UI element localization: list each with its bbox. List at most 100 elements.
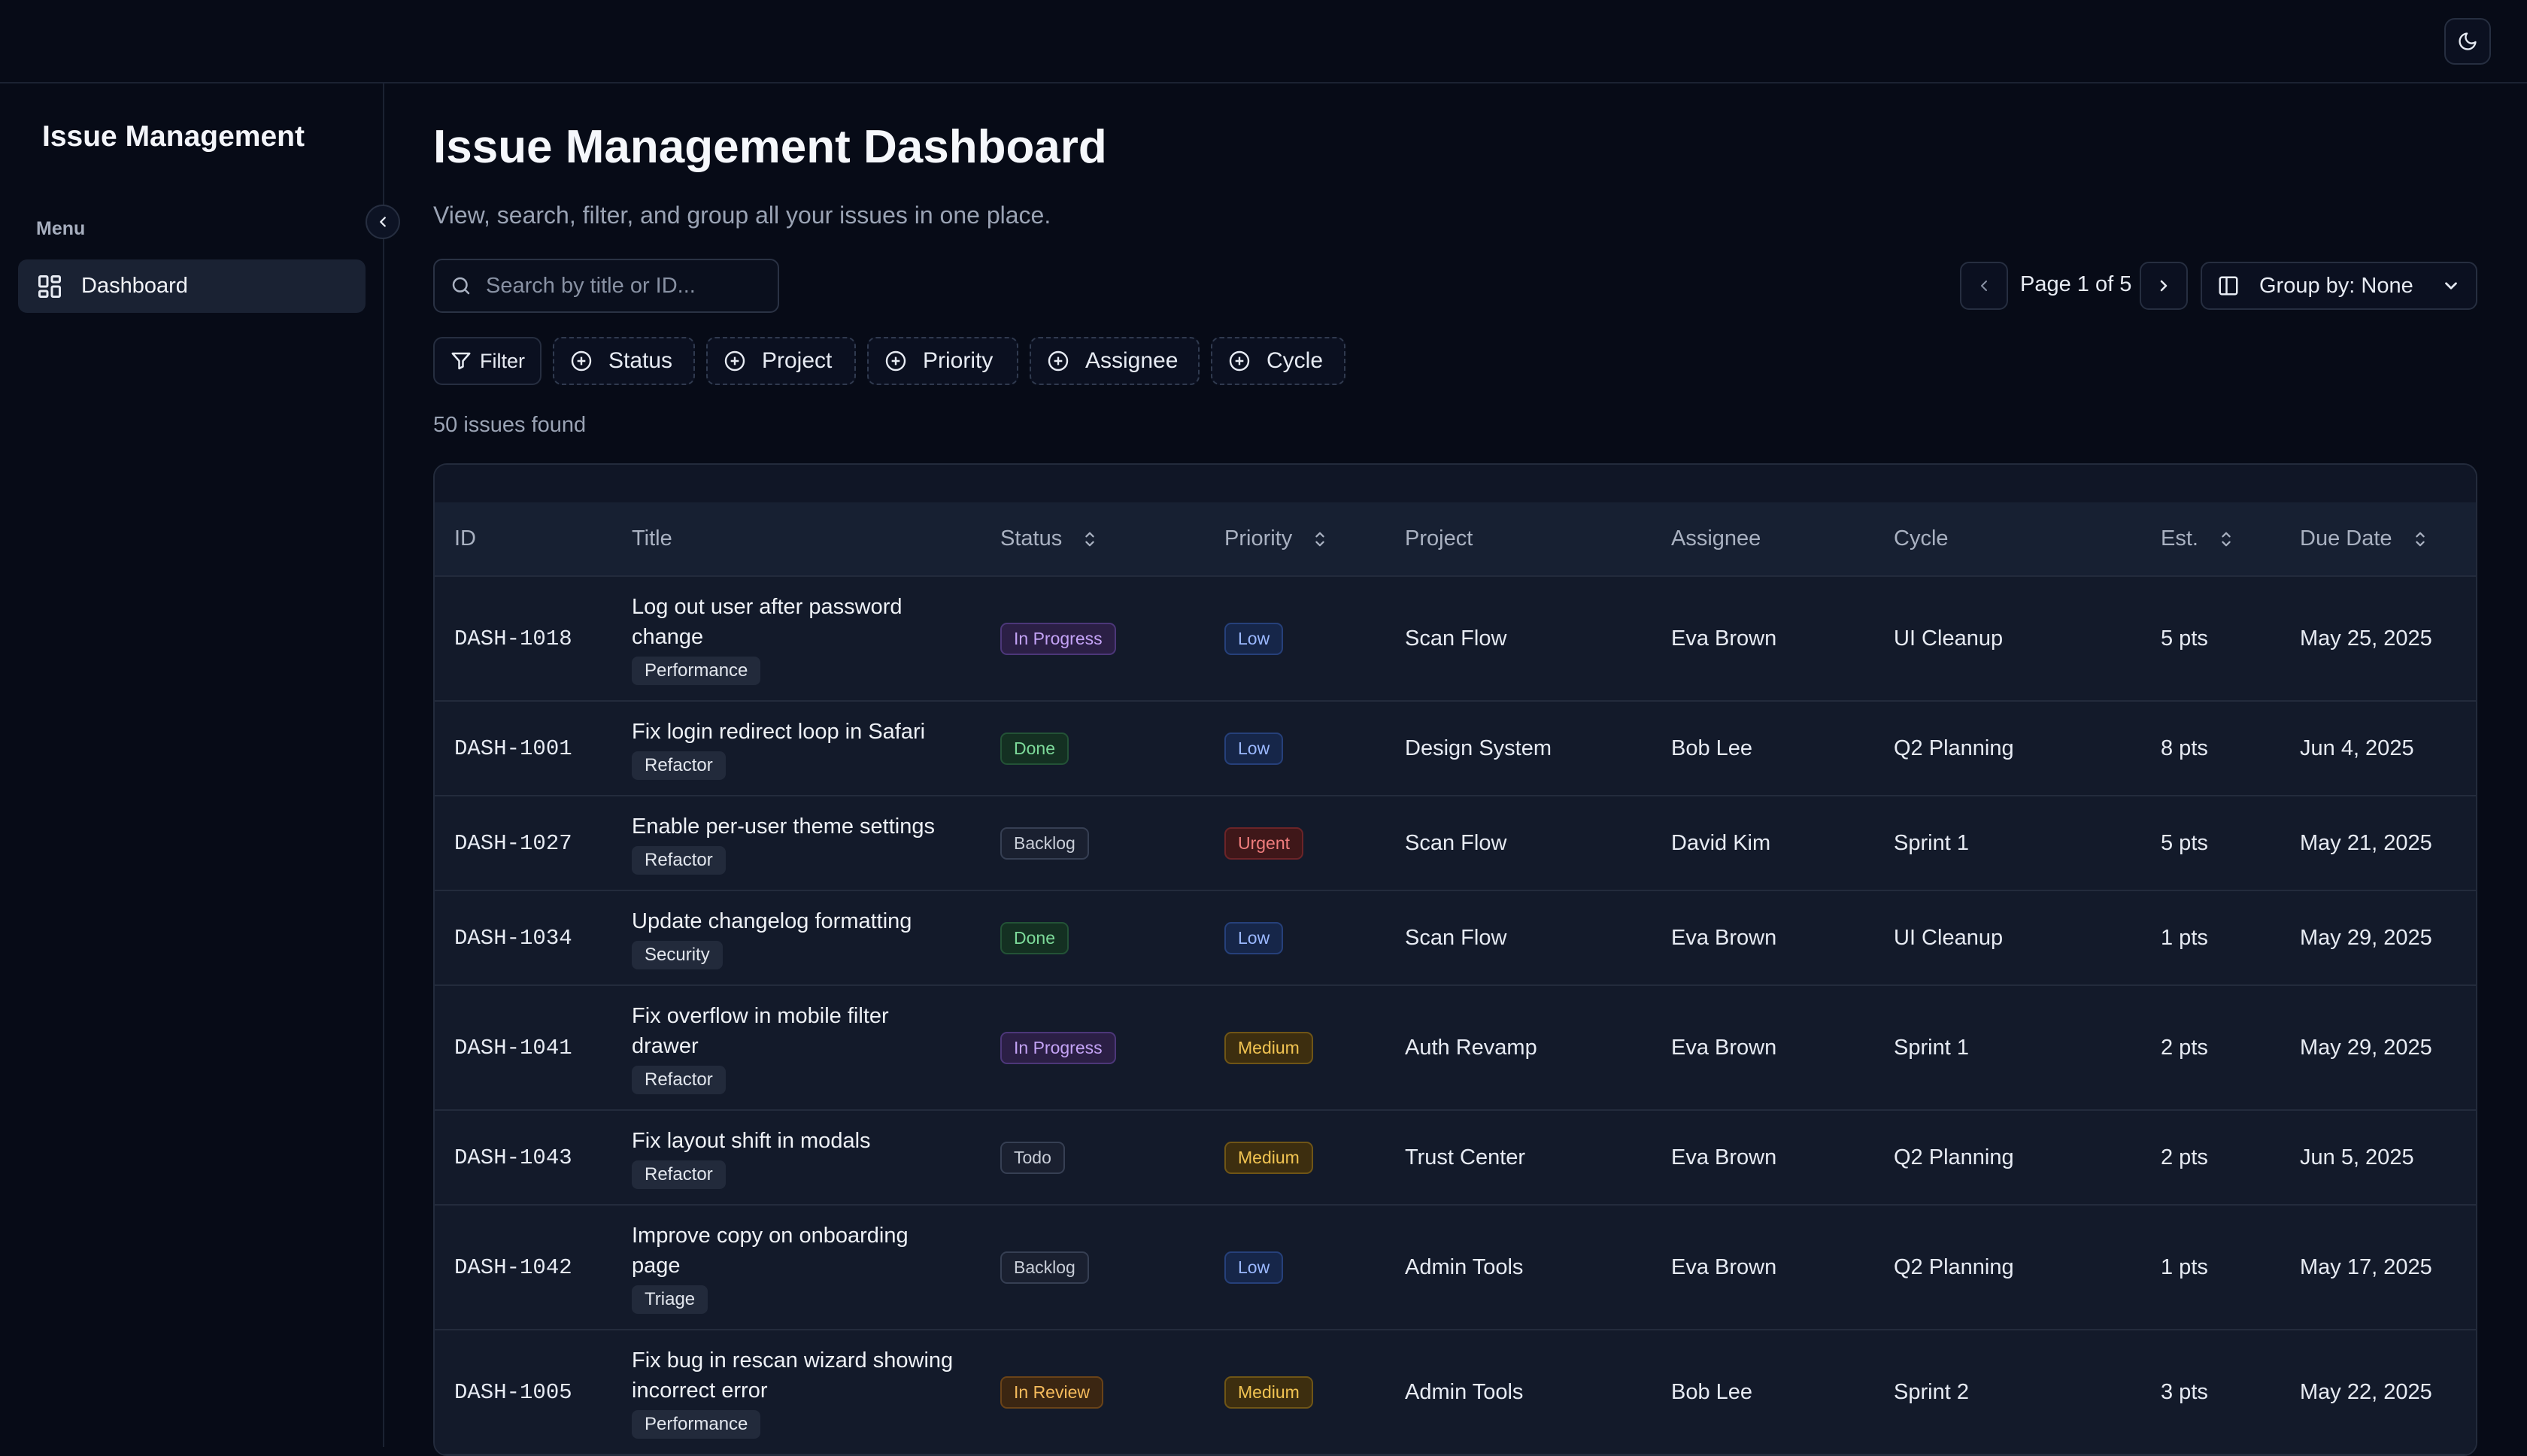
project-cell: Scan Flow <box>1385 890 1652 986</box>
priority-cell: Low <box>1205 701 1385 796</box>
plus-circle-icon <box>1048 350 1069 372</box>
page-title: Issue Management Dashboard <box>433 121 1107 173</box>
app-title: Issue Management <box>42 120 305 153</box>
table-row[interactable]: DASH-1042 Improve copy on onboarding page T… <box>435 1205 2476 1330</box>
chevron-right-icon <box>2160 280 2168 292</box>
cycle-cell: Q2 Planning <box>1874 1110 2141 1206</box>
column-header-title[interactable]: Title <box>612 502 981 577</box>
issue-title-cell: Fix login redirect loop in Safari Refacto… <box>612 701 981 796</box>
funnel-icon <box>451 352 471 370</box>
column-header-label: ID <box>454 526 476 551</box>
priority-cell: Medium <box>1205 1330 1385 1454</box>
assignee-cell: Eva Brown <box>1652 985 1874 1111</box>
next-page-button[interactable] <box>2140 262 2188 310</box>
issue-tag: Performance <box>632 1410 761 1439</box>
sidebar-collapse-button[interactable] <box>366 205 400 239</box>
status-cell: Done <box>981 890 1205 986</box>
filter-button[interactable]: Filter <box>433 337 542 385</box>
column-header-label: Due Date <box>2300 526 2392 551</box>
estimate-cell: 1 pts <box>2141 890 2280 986</box>
table-row[interactable]: DASH-1005 Fix bug in rescan wizard showin… <box>435 1330 2476 1454</box>
due-date-cell: Jun 4, 2025 <box>2280 701 2476 796</box>
status-cell: In Review <box>981 1330 1205 1454</box>
table-top-strip <box>435 465 2476 502</box>
priority-badge: Medium <box>1224 1141 1313 1174</box>
column-header-assignee[interactable]: Assignee <box>1652 502 1874 577</box>
column-header-est[interactable]: Est. <box>2141 502 2280 577</box>
group-by-select[interactable]: Group by: None <box>2201 262 2477 310</box>
table-row[interactable]: DASH-1043 Fix layout shift in modals Refac… <box>435 1110 2476 1206</box>
status-badge: In Review <box>1000 1376 1103 1409</box>
prev-page-button[interactable] <box>1960 262 2008 310</box>
cycle-cell: Sprint 2 <box>1874 1330 2141 1454</box>
issue-title-cell: Fix bug in rescan wizard showing incorrec… <box>612 1330 981 1454</box>
menu-label: Menu <box>36 218 86 239</box>
issue-title-cell: Fix layout shift in modals Refactor <box>612 1110 981 1206</box>
project-cell: Design System <box>1385 701 1652 796</box>
issue-title-cell: Fix overflow in mobile filter drawer Refac… <box>612 985 981 1111</box>
search-input[interactable] <box>486 273 772 299</box>
column-header-status[interactable]: Status <box>981 502 1205 577</box>
column-header-due-date[interactable]: Due Date <box>2280 502 2476 577</box>
project-cell: Auth Revamp <box>1385 985 1652 1111</box>
column-header-priority[interactable]: Priority <box>1205 502 1385 577</box>
status-badge: Done <box>1000 921 1069 954</box>
status-cell: Done <box>981 701 1205 796</box>
priority-cell: Low <box>1205 1205 1385 1330</box>
status-filter-chip[interactable]: Status <box>553 337 695 385</box>
chip-label: Project <box>762 348 833 373</box>
estimate-cell: 5 pts <box>2141 576 2280 702</box>
sort-icon[interactable] <box>1081 529 1098 549</box>
issue-tag: Performance <box>632 657 761 685</box>
issue-id: DASH-1005 <box>435 1330 612 1454</box>
sort-icon[interactable] <box>2218 529 2234 549</box>
due-date-cell: May 29, 2025 <box>2280 890 2476 986</box>
table-row[interactable]: DASH-1018 Log out user after password chan… <box>435 576 2476 702</box>
issue-title-line: Fix overflow in mobile filter <box>632 1004 889 1028</box>
status-badge: Backlog <box>1000 1251 1089 1284</box>
column-header-label: Est. <box>2161 526 2198 551</box>
theme-toggle-button[interactable] <box>2444 18 2491 65</box>
table-row[interactable]: DASH-1001 Fix login redirect loop in Safa… <box>435 701 2476 796</box>
issue-count: 50 issues found <box>433 413 587 437</box>
column-header-label: Priority <box>1224 526 1293 551</box>
sort-icon[interactable] <box>1312 529 1328 549</box>
cycle-filter-chip[interactable]: Cycle <box>1211 337 1345 385</box>
issue-title-line: Log out user after password <box>632 595 902 619</box>
project-cell: Scan Flow <box>1385 796 1652 891</box>
priority-filter-chip[interactable]: Priority <box>867 337 1018 385</box>
chip-label: Status <box>608 348 673 373</box>
search-icon <box>452 277 470 295</box>
status-badge: Done <box>1000 732 1069 765</box>
project-filter-chip[interactable]: Project <box>706 337 856 385</box>
estimate-cell: 1 pts <box>2141 1205 2280 1330</box>
issue-tag: Refactor <box>632 1160 726 1189</box>
cycle-cell: Sprint 1 <box>1874 985 2141 1111</box>
priority-badge: Low <box>1224 732 1284 765</box>
table-row[interactable]: DASH-1027 Enable per-user theme settings R… <box>435 796 2476 891</box>
table-row[interactable]: DASH-1041 Fix overflow in mobile filter dr… <box>435 985 2476 1111</box>
assignee-filter-chip[interactable]: Assignee <box>1030 337 1200 385</box>
issue-id: DASH-1043 <box>435 1110 612 1206</box>
estimate-cell: 5 pts <box>2141 796 2280 891</box>
column-header-id[interactable]: ID <box>435 502 612 577</box>
due-date-cell: May 22, 2025 <box>2280 1330 2476 1454</box>
sidebar-item-dashboard[interactable]: Dashboard <box>18 259 366 313</box>
column-header-cycle[interactable]: Cycle <box>1874 502 2141 577</box>
plus-circle-icon <box>885 350 906 372</box>
status-badge: In Progress <box>1000 1031 1116 1064</box>
group-by-label: Group by: None <box>2259 273 2413 298</box>
due-date-cell: May 25, 2025 <box>2280 576 2476 702</box>
column-header-label: Title <box>632 526 672 551</box>
issue-title-cell: Improve copy on onboarding page Triage <box>612 1205 981 1330</box>
cycle-cell: Q2 Planning <box>1874 1205 2141 1330</box>
cycle-cell: UI Cleanup <box>1874 576 2141 702</box>
priority-badge: Medium <box>1224 1376 1313 1409</box>
chevron-left-icon <box>380 217 386 227</box>
table-row[interactable]: DASH-1034 Update changelog formatting Secu… <box>435 890 2476 986</box>
due-date-cell: May 29, 2025 <box>2280 985 2476 1111</box>
column-header-project[interactable]: Project <box>1385 502 1652 577</box>
sort-icon[interactable] <box>2412 529 2428 549</box>
search-box[interactable] <box>433 259 779 313</box>
due-date-cell: May 21, 2025 <box>2280 796 2476 891</box>
